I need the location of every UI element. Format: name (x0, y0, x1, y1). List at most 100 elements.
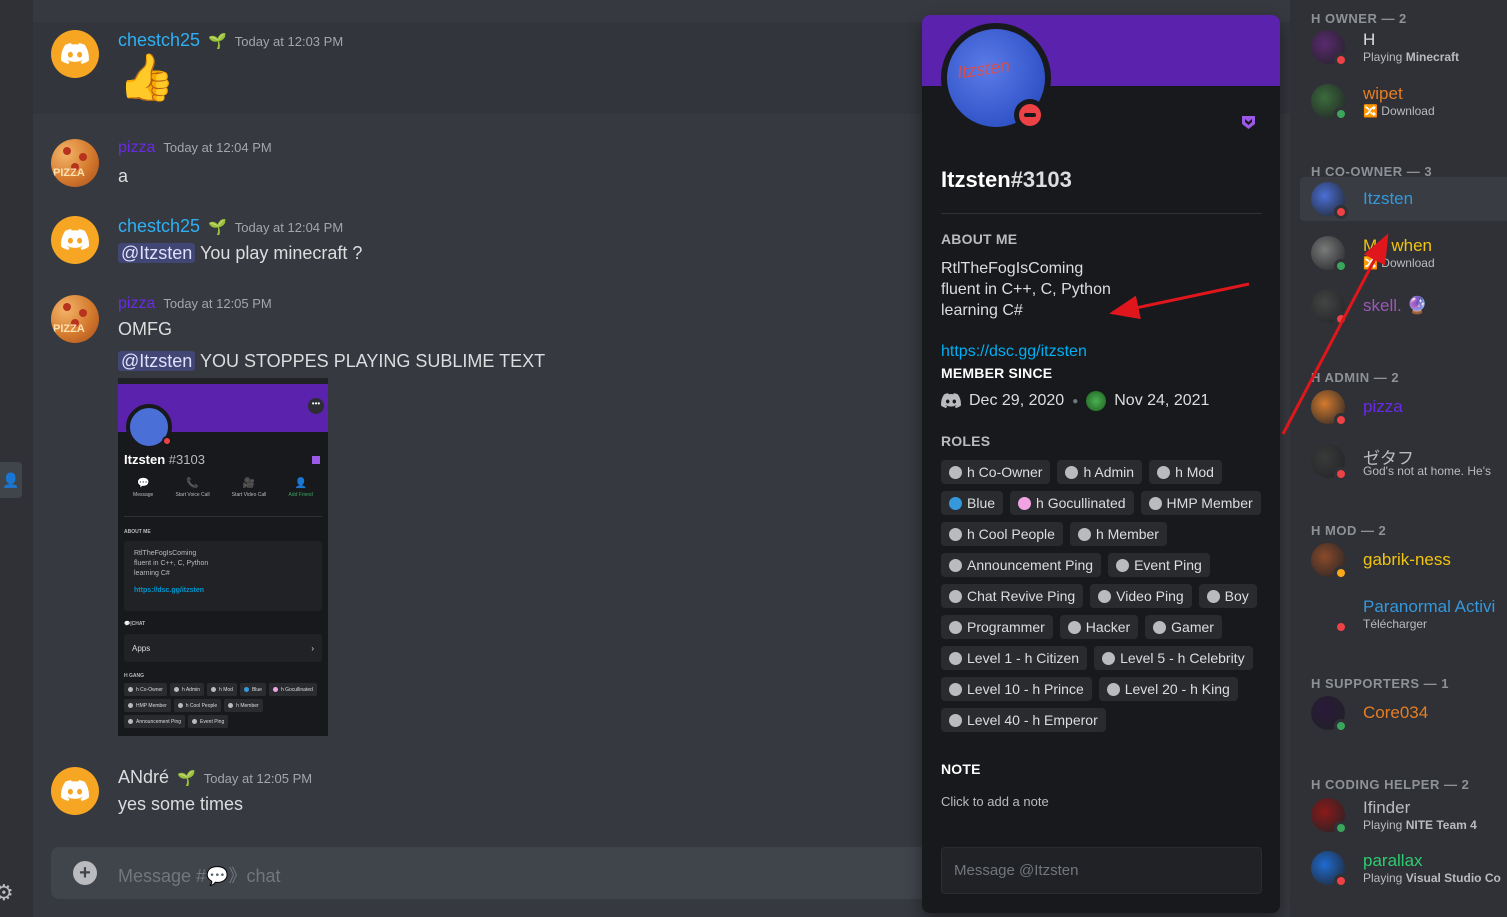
role-color-dot[interactable] (1148, 496, 1162, 510)
username[interactable]: pizza (118, 295, 155, 313)
role-color-dot[interactable] (949, 713, 962, 727)
role-pill[interactable]: h Mod (1149, 460, 1222, 484)
role-pill[interactable]: h Cool People (941, 522, 1063, 546)
role-color-dot[interactable] (1065, 465, 1079, 479)
role-color-dot[interactable] (949, 589, 962, 603)
about-me-link[interactable]: https://dsc.gg/itzsten (941, 343, 1087, 361)
add-member-icon[interactable]: 👤 (0, 462, 22, 498)
image-status-dot (162, 436, 172, 446)
role-pill[interactable]: Hacker (1059, 615, 1139, 639)
role-pill[interactable]: h Admin (1057, 460, 1143, 484)
role-pill[interactable]: Boy (1198, 584, 1257, 608)
member-item[interactable]: gabrik-ness (1300, 538, 1507, 582)
note-input[interactable]: Click to add a note (941, 794, 1049, 809)
role-color-dot[interactable] (1077, 527, 1091, 541)
member-item[interactable]: Core034 (1300, 691, 1507, 735)
role-pill[interactable]: Level 20 - h King (1098, 677, 1238, 701)
role-pill[interactable]: Video Ping (1090, 584, 1192, 608)
role-pill[interactable]: Event Ping (1108, 553, 1210, 577)
member-item[interactable]: ゼタフ God's not at home. He's (1300, 439, 1507, 483)
message[interactable]: chestch25 🌱 Today at 12:04 PM @Itzsten Y… (51, 216, 651, 268)
nitro-badge-icon[interactable] (1240, 114, 1257, 131)
role-pill[interactable]: Level 1 - h Citizen (941, 646, 1088, 670)
role-color-dot[interactable] (1018, 496, 1032, 510)
role-pill[interactable]: Blue (941, 491, 1004, 515)
username[interactable]: pizza (118, 139, 155, 157)
more-icon: ••• (308, 398, 324, 414)
user-profile-popout: Itzsten Itzsten#3103 ABOUT ME RtlTheFogI… (922, 15, 1280, 913)
role-name: Gamer (1171, 619, 1214, 635)
settings-gear-icon[interactable]: ⚙ (0, 880, 16, 908)
note-header: NOTE (941, 761, 981, 777)
role-color-dot[interactable] (949, 651, 962, 665)
member-group-header: H OWNER — 2 (1311, 11, 1407, 26)
role-pill[interactable]: h Co-Owner (941, 460, 1051, 484)
role-color-dot[interactable] (949, 558, 962, 572)
role-color-dot[interactable] (949, 527, 962, 541)
message[interactable]: ANdré 🌱 Today at 12:05 PM yes some times (51, 767, 651, 819)
role-color-dot[interactable] (1153, 620, 1167, 634)
role-color-dot[interactable] (1067, 620, 1081, 634)
sprout-badge-icon: 🌱 (208, 219, 227, 236)
member-item[interactable]: parallax Playing Visual Studio Co (1300, 846, 1507, 890)
avatar[interactable] (51, 767, 99, 815)
status-on-icon (1334, 107, 1348, 121)
role-pill[interactable]: Level 10 - h Prince (941, 677, 1092, 701)
upload-plus-icon[interactable]: + (73, 861, 97, 885)
member-item[interactable]: Ifinder Playing NITE Team 4 (1300, 793, 1507, 837)
image-roles-header: H GANG (124, 673, 144, 679)
timestamp: Today at 12:04 PM (234, 220, 344, 235)
role-pill[interactable]: Programmer (941, 615, 1053, 639)
role-pill[interactable]: h Member (1069, 522, 1167, 546)
avatar[interactable] (51, 216, 99, 264)
image-attachment[interactable]: ••• Itzsten #3103 💬 Message 📞 Start Voice … (118, 378, 328, 736)
role-color-dot[interactable] (949, 496, 962, 510)
message-content: 👍 (118, 51, 176, 103)
member-item[interactable]: wipet 🔀 Download (1300, 79, 1507, 123)
discord-window: 👤 ⚙ chestch25 🌱 Today at 12:03 PM 👍 PIZZ… (0, 0, 1507, 917)
role-color-dot[interactable] (1157, 465, 1171, 479)
message[interactable]: chestch25 🌱 Today at 12:03 PM 👍 (51, 30, 651, 120)
role-pill[interactable]: Announcement Ping (941, 553, 1102, 577)
member-item[interactable]: H Playing Minecraft (1300, 25, 1507, 69)
role-color-dot[interactable] (1206, 589, 1220, 603)
role-pill[interactable]: Gamer (1145, 615, 1222, 639)
role-color-dot[interactable] (1106, 682, 1120, 696)
role-pill[interactable]: HMP Member (1140, 491, 1261, 515)
message-input[interactable]: Message #💬》chat (118, 862, 280, 888)
role-pill[interactable]: Level 5 - h Celebrity (1094, 646, 1253, 670)
username[interactable]: chestch25 (118, 30, 200, 51)
role-pill[interactable]: h Gocullinated (1010, 491, 1134, 515)
role-name: Level 20 - h King (1124, 681, 1230, 697)
role-color-dot[interactable] (1116, 558, 1130, 572)
role-name: Event Ping (1134, 557, 1202, 573)
role-name: Blue (967, 495, 996, 511)
role-color-dot[interactable] (1098, 589, 1112, 603)
avatar[interactable]: PIZZA (51, 139, 99, 187)
role-color-dot[interactable] (949, 620, 962, 634)
status-on-icon (1334, 719, 1348, 733)
avatar[interactable]: PIZZA (51, 295, 99, 343)
message[interactable]: PIZZA pizza Today at 12:04 PM a (51, 139, 651, 189)
user-mention[interactable]: @Itzsten (118, 351, 196, 371)
member-item[interactable]: skell. 🔮 (1300, 284, 1507, 328)
role-pill[interactable]: Level 40 - h Emperor (941, 708, 1106, 732)
timestamp: Today at 12:05 PM (203, 771, 313, 786)
member-item[interactable]: Itzsten (1300, 177, 1507, 221)
dm-message-input[interactable]: Message @Itzsten (941, 847, 1262, 894)
role-color-dot[interactable] (949, 682, 962, 696)
username[interactable]: ANdré (118, 767, 169, 788)
user-mention[interactable]: @Itzsten (118, 243, 196, 263)
status-dnd-icon (1334, 620, 1348, 634)
status-dnd-icon (1334, 312, 1348, 326)
member-item[interactable]: Paranormal Activi Télécharger (1300, 592, 1507, 636)
username[interactable]: chestch25 (118, 216, 200, 237)
role-color-dot[interactable] (1102, 651, 1116, 665)
member-item[interactable]: Me when 🔀 Download (1300, 231, 1507, 275)
image-action: 💬 Message (133, 478, 154, 498)
role-pill[interactable]: Chat Revive Ping (941, 584, 1084, 608)
image-actions: 💬 Message 📞 Start Voice Call 🎥 Start Video … (118, 478, 328, 498)
avatar[interactable] (51, 30, 99, 78)
member-item[interactable]: pizza (1300, 385, 1507, 429)
role-color-dot[interactable] (949, 465, 962, 479)
